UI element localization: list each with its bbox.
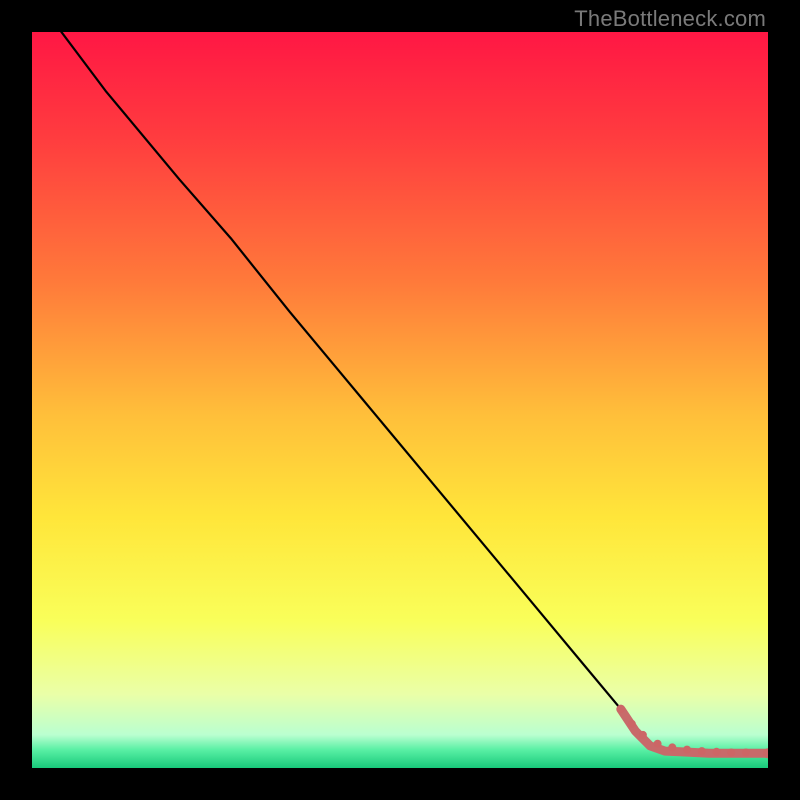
watermark-text: TheBottleneck.com	[574, 6, 766, 32]
plot-area	[32, 32, 768, 768]
background-gradient	[32, 32, 768, 768]
outer-frame: TheBottleneck.com	[0, 0, 800, 800]
